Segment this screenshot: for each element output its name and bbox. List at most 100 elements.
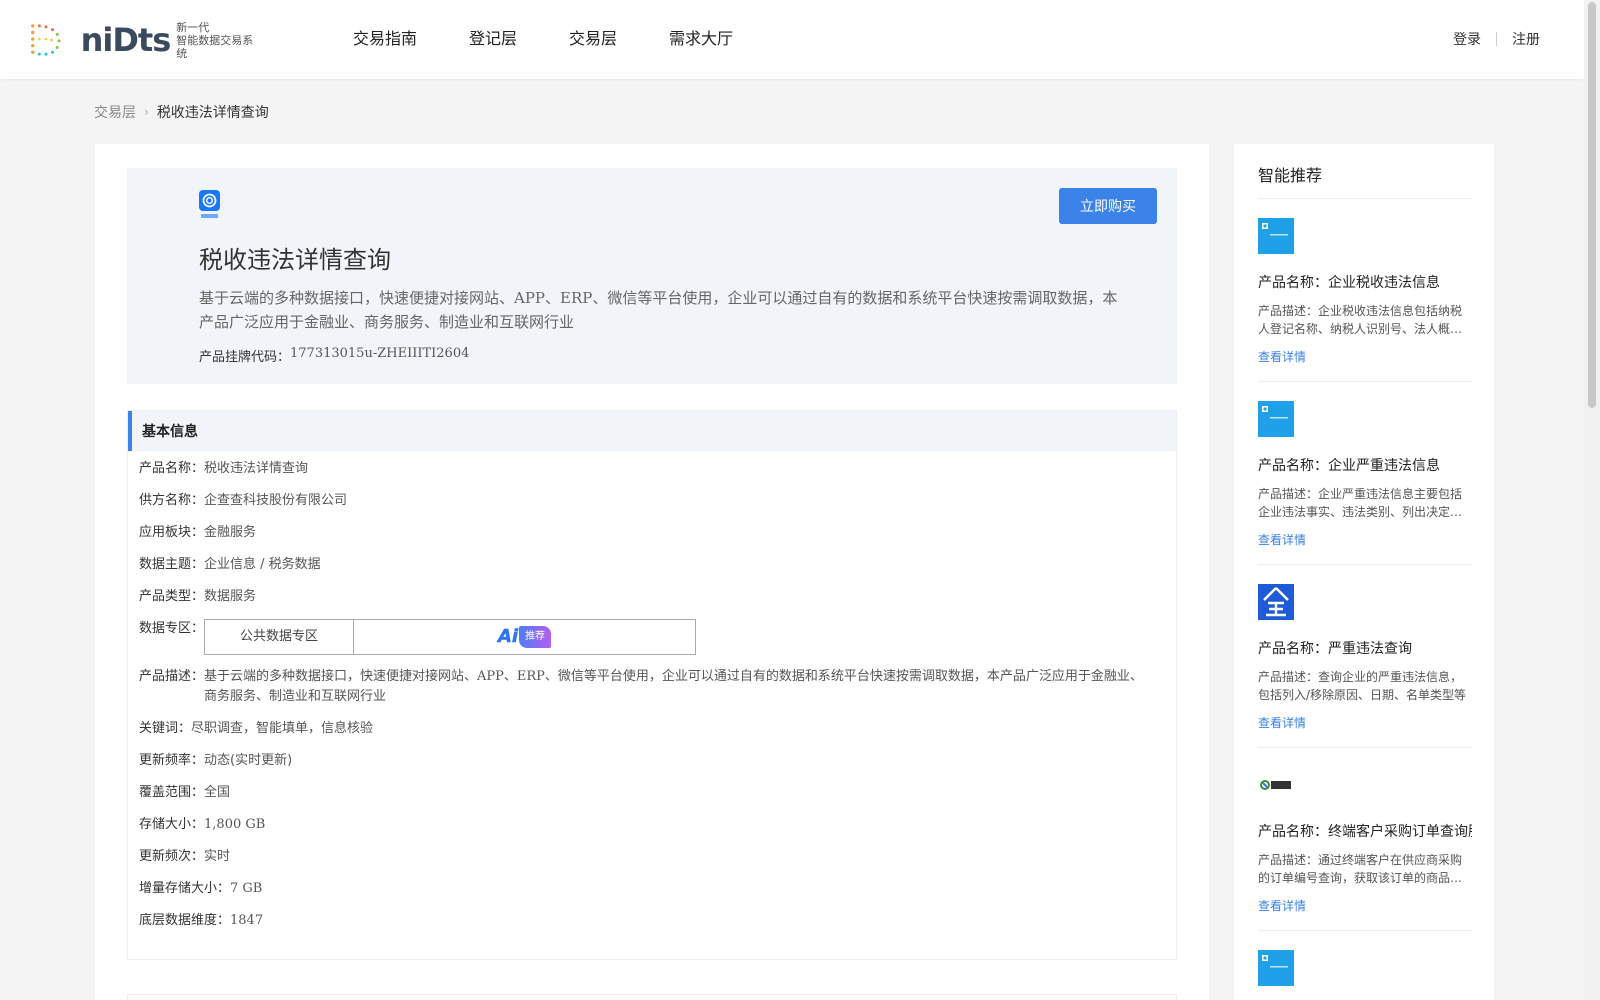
recommend-separator	[1258, 381, 1472, 382]
recommend-item-desc: 产品描述：企业严重违法信息主要包括企业违法事实、违法类别、列出决定机关等	[1258, 487, 1463, 519]
listing-code-label: 产品挂牌代码：	[199, 350, 291, 365]
breadcrumb-trade-layer[interactable]: 交易层	[94, 102, 136, 122]
view-details-link[interactable]: 查看详情	[1258, 348, 1472, 365]
info-label: 产品名称：	[139, 461, 205, 476]
product-summary: 基于云端的多种数据接口，快速便捷对接网站、APP、ERP、微信等平台使用，企业可…	[199, 289, 1118, 331]
product-title: 税收违法详情查询	[199, 246, 391, 274]
recommend-separator	[1258, 747, 1472, 748]
info-row-description: 产品描述： 基于云端的多种数据接口，快速便捷对接网站、APP、ERP、微信等平台…	[139, 667, 1176, 707]
info-label: 产品类型：	[139, 589, 205, 604]
chevron-right-icon: ›	[144, 105, 149, 119]
quan-character-thumbnail-icon	[1258, 584, 1294, 620]
info-label: 产品描述：	[139, 669, 205, 684]
info-label: 应用板块：	[139, 525, 205, 540]
recommend-item[interactable]	[1258, 950, 1472, 990]
product-thumbnail-icon	[1258, 401, 1294, 437]
qichacha-logo-icon	[199, 190, 220, 218]
logo-wordmark: niDts	[80, 21, 172, 59]
basic-info-title: 基本信息	[128, 411, 1176, 451]
basic-info-section: 基本信息 产品名称： 税收违法详情查询 供方名称： 企查查科技股份有限公司 应用…	[127, 410, 1177, 960]
buy-now-button[interactable]: 立即购买	[1059, 188, 1157, 224]
info-row-sector: 应用板块： 金融服务	[139, 523, 1176, 543]
info-value: 7 GB	[230, 881, 263, 896]
info-row-incremental-storage: 增量存储大小： 7 GB	[139, 879, 1176, 899]
smart-recommend-panel: 智能推荐 产品名称：企业税收违法信息 产品描述：企业税收违法信息包括纳税人登记名…	[1234, 144, 1494, 1000]
product-detail-panel: 税收违法详情查询 基于云端的多种数据接口，快速便捷对接网站、APP、ERP、微信…	[95, 144, 1209, 1000]
info-label: 覆盖范围：	[139, 785, 205, 800]
breadcrumb: 交易层 › 税收违法详情查询	[94, 102, 269, 122]
info-row-product-name: 产品名称： 税收违法详情查询	[139, 459, 1176, 479]
info-label: 更新频率：	[139, 753, 205, 768]
site-logo[interactable]: niDts 新一代 智能数据交易系统	[29, 20, 259, 60]
nav-trade-guide[interactable]: 交易指南	[353, 28, 417, 50]
logo-subtitle: 新一代 智能数据交易系统	[176, 21, 259, 60]
info-row-topic: 数据主题： 企业信息 / 税务数据	[139, 555, 1176, 575]
recommend-divider	[1258, 198, 1472, 199]
register-link[interactable]: 注册	[1512, 29, 1540, 49]
info-label: 数据专区：	[139, 621, 205, 636]
product-thumbnail-icon	[1258, 950, 1294, 986]
info-row-keywords: 关键词： 尽职调查，智能填单，信息核验	[139, 719, 1176, 739]
info-value: 尽职调查，智能填单，信息核验	[191, 721, 374, 736]
nav-trade-layer[interactable]: 交易层	[569, 28, 617, 50]
info-row-dimensions: 底层数据维度： 1847	[139, 911, 1176, 931]
ai-icon: Ai	[497, 626, 519, 647]
recommend-item-name: 产品名称：终端客户采购订单查询服务	[1258, 824, 1472, 840]
page-scrollbar[interactable]	[1584, 0, 1600, 1000]
recommend-item-desc: 产品描述：企业税收违法信息包括纳税人登记名称、纳税人识别号、法人概况等	[1258, 304, 1463, 336]
recommend-item-name: 产品名称：企业税收违法信息	[1258, 275, 1440, 291]
info-label: 底层数据维度：	[139, 913, 231, 928]
info-label: 存储大小：	[139, 817, 205, 832]
recommend-item[interactable]: 产品名称：企业严重违法信息 产品描述：企业严重违法信息主要包括企业违法事实、违法…	[1258, 401, 1472, 565]
view-details-link[interactable]: 查看详情	[1258, 897, 1472, 914]
info-value: 全国	[204, 785, 231, 800]
recommend-item-desc: 产品描述：通过终端客户在供应商采购的订单编号查询，获取该订单的商品信息	[1258, 853, 1463, 885]
view-details-link[interactable]: 查看详情	[1258, 531, 1472, 548]
listing-code-value: 177313015u-ZHEIIITI2604	[290, 346, 470, 361]
product-thumbnail-icon	[1258, 218, 1294, 254]
recommend-item[interactable]: 产品名称：终端客户采购订单查询服务 产品描述：通过终端客户在供应商采购的订单编号…	[1258, 767, 1472, 931]
info-row-supplier: 供方名称： 企查查科技股份有限公司	[139, 491, 1176, 511]
auth-links: 登录 注册	[1453, 29, 1540, 49]
info-value: 金融服务	[204, 525, 257, 540]
info-value: 基于云端的多种数据接口，快速便捷对接网站、APP、ERP、微信等平台使用，企业可…	[204, 669, 1143, 704]
main-nav: 交易指南 登记层 交易层 需求大厅	[353, 28, 785, 50]
data-zone-table: 公共数据专区 Ai 推荐	[204, 619, 697, 655]
info-label: 关键词：	[139, 721, 192, 736]
info-value: 企查查科技股份有限公司	[204, 493, 348, 508]
info-value: 数据服务	[204, 589, 257, 604]
logo-sub-line1: 新一代	[176, 20, 210, 34]
recommend-separator	[1258, 564, 1472, 565]
info-row-update-frequency: 更新频率： 动态(实时更新)	[139, 751, 1176, 771]
info-row-coverage: 覆盖范围： 全国	[139, 783, 1176, 803]
recommend-item-name: 产品名称：严重违法查询	[1258, 641, 1412, 657]
recommend-item[interactable]: 产品名称：企业税收违法信息 产品描述：企业税收违法信息包括纳税人登记名称、纳税人…	[1258, 218, 1472, 382]
info-label: 更新频次：	[139, 849, 205, 864]
info-label: 供方名称：	[139, 493, 205, 508]
public-data-zone-tag[interactable]: 公共数据专区	[205, 620, 355, 654]
scrollbar-thumb[interactable]	[1588, 2, 1596, 408]
next-section-edge	[127, 994, 1177, 1000]
login-link[interactable]: 登录	[1453, 29, 1481, 49]
recommend-item[interactable]: 产品名称：严重违法查询 产品描述：查询企业的严重违法信息，包括列入/移除原因、日…	[1258, 584, 1472, 748]
info-value: 税收违法详情查询	[204, 461, 309, 476]
nav-registry-layer[interactable]: 登记层	[469, 28, 517, 50]
nav-demand-hall[interactable]: 需求大厅	[669, 28, 733, 50]
info-label: 增量存储大小：	[139, 881, 231, 896]
supplier-logo-icon	[1260, 780, 1291, 790]
info-row-zone: 数据专区： 公共数据专区 Ai 推荐	[139, 619, 1176, 655]
logo-dot-d-icon	[31, 24, 61, 56]
info-row-type: 产品类型： 数据服务	[139, 587, 1176, 607]
view-details-link[interactable]: 查看详情	[1258, 714, 1472, 731]
ai-recommend-label: 推荐	[519, 626, 552, 648]
info-value: 企业信息 / 税务数据	[204, 557, 321, 572]
info-value: 实时	[204, 849, 231, 864]
breadcrumb-current: 税收违法详情查询	[156, 105, 269, 121]
auth-divider	[1496, 32, 1497, 46]
logo-sub-line2: 智能数据交易系统	[176, 33, 254, 60]
recommend-item-name: 产品名称：企业严重违法信息	[1258, 458, 1440, 474]
info-label: 数据主题：	[139, 557, 205, 572]
ai-recommend-badge[interactable]: Ai 推荐	[497, 626, 552, 648]
info-value: 1847	[230, 913, 264, 928]
info-row-update-times: 更新频次： 实时	[139, 847, 1176, 867]
